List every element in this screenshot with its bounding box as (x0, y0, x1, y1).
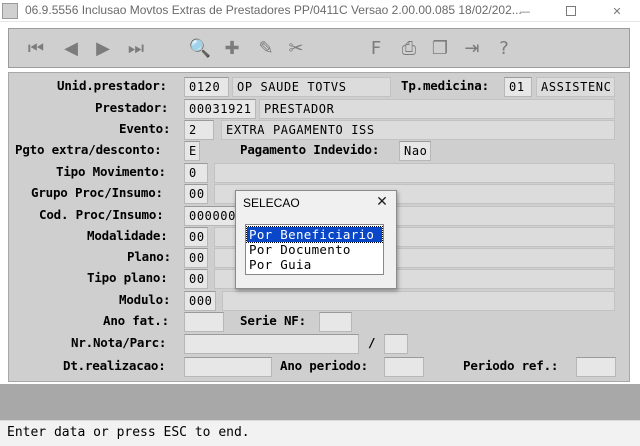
delete-icon[interactable]: ✂ (283, 35, 309, 61)
cod-proc-label: Cod. Proc/Insumo: (39, 207, 164, 222)
nr-nota-field[interactable] (184, 334, 359, 354)
minimize-button[interactable]: — (510, 0, 540, 22)
title-bar: 06.9.5556 Inclusao Movtos Extras de Pres… (0, 0, 640, 22)
unid-prestador-label: Unid.prestador: (57, 78, 167, 93)
pgto-label: Pgto extra/desconto: (15, 142, 162, 157)
copy-icon[interactable]: ❐ (427, 35, 453, 61)
window-title: 06.9.5556 Inclusao Movtos Extras de Pres… (25, 3, 522, 17)
ano-periodo-field[interactable] (384, 357, 424, 377)
add-icon[interactable]: ✚ (219, 35, 245, 61)
evento-name: EXTRA PAGAMENTO ISS (221, 120, 615, 140)
pagamento-indevido-field[interactable]: Nao (399, 141, 431, 161)
prestador-label: Prestador: (95, 100, 169, 115)
cod-proc-code[interactable]: 00000000 (184, 206, 240, 226)
unid-prestador-code[interactable]: 0120 (184, 77, 229, 97)
serie-nf-field[interactable] (319, 312, 352, 332)
maximize-button[interactable] (556, 0, 586, 22)
close-window-button[interactable]: ✕ (602, 0, 632, 22)
previous-record-icon[interactable]: ◀ (58, 35, 84, 61)
tp-medicina-code[interactable]: 01 (504, 77, 532, 97)
nr-parc-field[interactable] (384, 334, 408, 354)
dt-realizacao-label: Dt.realizacao: (63, 358, 166, 373)
tp-medicina-label: Tp.medicina: (401, 78, 489, 93)
exit-icon[interactable]: ⇥ (459, 35, 485, 61)
plano-code[interactable]: 00 (184, 248, 208, 268)
nr-nota-separator: / (368, 335, 376, 350)
evento-label: Evento: (119, 121, 171, 136)
first-record-icon[interactable]: ⏮ (23, 35, 49, 61)
popup-title: SELECAO (243, 196, 300, 210)
toolbar: ⏮ ◀ ▶ ⏭ 🔍 ✚ ✎ ✂ F ⎙ ❐ ⇥ ? (8, 28, 630, 68)
tipo-plano-code[interactable]: 00 (184, 269, 208, 289)
selection-popup: SELECAO ✕ Por Beneficiario Por Documento… (235, 190, 397, 289)
serie-nf-label: Serie NF: (240, 313, 306, 328)
dt-realizacao-field[interactable] (184, 357, 272, 377)
form-icon[interactable]: F (363, 35, 389, 61)
app-icon (2, 3, 18, 19)
ano-periodo-label: Ano periodo: (280, 358, 368, 373)
prestador-code[interactable]: 00031921 (184, 99, 256, 119)
modalidade-label: Modalidade: (87, 228, 168, 243)
tipo-movimento-label: Tipo Movimento: (56, 164, 166, 179)
tipo-plano-label: Tipo plano: (87, 270, 168, 285)
next-record-icon[interactable]: ▶ (90, 35, 116, 61)
modalidade-code[interactable]: 00 (184, 227, 208, 247)
maximize-icon (566, 6, 576, 16)
prestador-name: PRESTADOR (259, 99, 615, 119)
selection-list: Por Beneficiario Por Documento Por Guia (245, 224, 384, 275)
modulo-code[interactable]: 000 (184, 291, 216, 311)
grupo-proc-label: Grupo Proc/Insumo: (31, 185, 163, 200)
unid-prestador-name: OP SAUDE TOTVS (232, 77, 391, 97)
evento-code[interactable]: 2 (184, 120, 214, 140)
grupo-proc-code[interactable]: 00 (184, 184, 208, 204)
tipo-movimento-code[interactable]: 0 (184, 163, 208, 183)
pgto-field[interactable]: E (184, 141, 200, 161)
ano-fat-label: Ano fat.: (103, 313, 169, 328)
option-por-documento[interactable]: Por Documento (247, 242, 382, 257)
option-por-guia[interactable]: Por Guia (247, 257, 382, 272)
search-icon[interactable]: 🔍 (187, 35, 213, 61)
edit-icon[interactable]: ✎ (253, 35, 279, 61)
periodo-ref-label: Periodo ref.: (463, 358, 559, 373)
pagamento-indevido-label: Pagamento Indevido: (240, 142, 380, 157)
periodo-ref-field[interactable] (576, 357, 616, 377)
plano-label: Plano: (127, 249, 171, 264)
tipo-movimento-desc (214, 163, 615, 183)
print-icon[interactable]: ⎙ (396, 35, 422, 61)
popup-close-icon[interactable]: ✕ (372, 192, 392, 212)
tp-medicina-name: ASSISTENC (536, 77, 615, 97)
help-icon[interactable]: ? (491, 35, 517, 61)
status-bar: Enter data or press ESC to end. (0, 420, 640, 446)
ano-fat-field[interactable] (184, 312, 224, 332)
modulo-desc (222, 291, 615, 311)
bottom-panel (0, 384, 640, 420)
modulo-label: Modulo: (119, 292, 171, 307)
last-record-icon[interactable]: ⏭ (123, 35, 149, 61)
option-por-beneficiario[interactable]: Por Beneficiario (246, 226, 383, 243)
nr-nota-label: Nr.Nota/Parc: (71, 335, 167, 350)
